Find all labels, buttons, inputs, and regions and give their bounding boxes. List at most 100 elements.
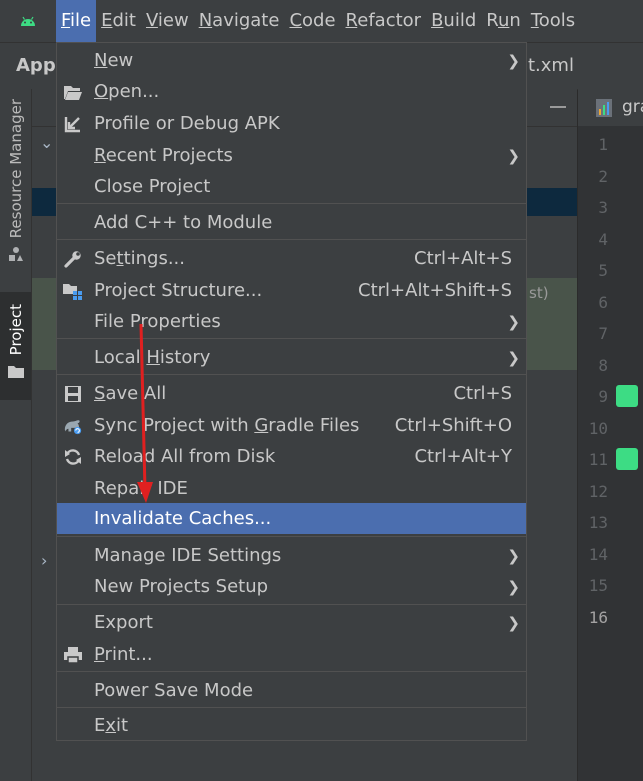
resource-manager-tab[interactable]: Resource Manager (0, 99, 31, 262)
menu-item-shortcut: Ctrl+Shift+O (394, 415, 512, 436)
menu-item-label: Manage IDE Settings (94, 545, 282, 566)
project-name-breadcrumb[interactable]: Appl (16, 43, 62, 89)
line-number: 6 (598, 293, 608, 312)
submenu-arrow-icon: ❯ (507, 613, 520, 632)
android-gutter-icon[interactable] (616, 385, 638, 407)
submenu-arrow-icon: ❯ (507, 546, 520, 565)
menu-separator (57, 536, 526, 537)
import-arrow-icon (63, 114, 83, 134)
resource-manager-label: Resource Manager (6, 99, 25, 239)
menu-separator (57, 707, 526, 708)
menu-item-label: Local History (94, 347, 211, 368)
android-gutter-icon[interactable] (616, 448, 638, 470)
menu-item-print[interactable]: Print... (57, 639, 526, 670)
printer-icon (63, 645, 83, 665)
left-tool-strip: Resource Manager Project (0, 89, 32, 781)
submenu-arrow-icon: ❯ (507, 51, 520, 70)
menu-view[interactable]: View (141, 0, 194, 42)
submenu-arrow-icon: ❯ (507, 146, 520, 165)
menu-item-export[interactable]: Export ❯ (57, 607, 526, 638)
menu-separator (57, 338, 526, 339)
line-number: 15 (588, 576, 608, 595)
gradle-file-icon (596, 99, 612, 117)
menu-item-invalidate-caches[interactable]: Invalidate Caches... (57, 503, 526, 534)
menu-item-label: Sync Project with Gradle Files (94, 415, 360, 436)
menu-item-label: Save All (94, 383, 167, 404)
project-tab-label: Project (6, 304, 25, 356)
main-menu-bar: File Edit View Navigate Code Refactor Bu… (0, 0, 643, 42)
menu-item-repair-ide[interactable]: Repair IDE (57, 473, 526, 504)
line-number: 2 (598, 167, 608, 186)
line-number: 1 (598, 135, 608, 154)
menu-tools[interactable]: Tools (526, 0, 580, 42)
wrench-icon (63, 249, 83, 269)
editor-area: gra 1 2 3 4 5 6 7 8 9 10 11 12 13 14 15 … (578, 89, 643, 781)
save-icon (63, 384, 83, 404)
line-number: 7 (598, 324, 608, 343)
menu-item-save-all[interactable]: Save All Ctrl+S (57, 378, 526, 409)
menu-item-open[interactable]: Open... (57, 76, 526, 107)
menu-item-new-projects-setup[interactable]: New Projects Setup ❯ (57, 571, 526, 602)
menu-separator (57, 374, 526, 375)
menu-file[interactable]: File (56, 0, 97, 42)
menu-item-power-save-mode[interactable]: Power Save Mode (57, 675, 526, 706)
line-number: 3 (598, 198, 608, 217)
menu-item-label: Exit (94, 715, 129, 736)
line-number: 12 (588, 482, 608, 501)
file-breadcrumb[interactable]: t.xml (528, 43, 574, 89)
menu-separator (57, 203, 526, 204)
line-number: 8 (598, 356, 608, 375)
line-number: 14 (588, 545, 608, 564)
menu-item-recent-projects[interactable]: Recent Projects ❯ (57, 140, 526, 171)
menu-item-exit[interactable]: Exit (57, 710, 526, 741)
line-number-gutter: 1 2 3 4 5 6 7 8 9 10 11 12 13 14 15 16 (578, 126, 643, 781)
menu-item-settings[interactable]: Settings... Ctrl+Alt+S (57, 243, 526, 274)
line-number: 5 (598, 261, 608, 280)
submenu-arrow-icon: ❯ (507, 348, 520, 367)
menu-item-label: Export (94, 612, 153, 633)
menu-item-label: Print... (94, 644, 153, 665)
menu-item-label: Settings... (94, 248, 185, 269)
menu-item-sync-gradle[interactable]: Sync Project with Gradle Files Ctrl+Shif… (57, 410, 526, 441)
menu-item-shortcut: Ctrl+Alt+S (414, 248, 512, 269)
menu-item-label: Project Structure... (94, 280, 263, 301)
menu-separator (57, 239, 526, 240)
menu-item-local-history[interactable]: Local History ❯ (57, 342, 526, 373)
menu-run[interactable]: Run (481, 0, 526, 42)
menu-edit[interactable]: Edit (96, 0, 141, 42)
menu-item-new[interactable]: New ❯ (57, 45, 526, 76)
menu-item-project-structure[interactable]: Project Structure... Ctrl+Alt+Shift+S (57, 275, 526, 306)
editor-tab-bar: gra (578, 89, 643, 127)
menu-item-label: Invalidate Caches... (94, 508, 272, 529)
menu-item-profile-debug-apk[interactable]: Profile or Debug APK (57, 108, 526, 139)
menu-build[interactable]: Build (426, 0, 481, 42)
submenu-arrow-icon: ❯ (507, 312, 520, 331)
line-number: 10 (588, 419, 608, 438)
project-structure-icon (63, 281, 83, 301)
menu-navigate[interactable]: Navigate (194, 0, 285, 42)
folder-icon (63, 82, 83, 102)
menu-refactor[interactable]: Refactor (341, 0, 427, 42)
editor-tab-label[interactable]: gra (622, 97, 643, 117)
menu-item-close-project[interactable]: Close Project (57, 171, 526, 202)
line-number: 13 (588, 513, 608, 532)
menu-item-label: New (94, 50, 134, 71)
menu-item-reload-from-disk[interactable]: Reload All from Disk Ctrl+Alt+Y (57, 441, 526, 472)
tree-row-suffix: st) (529, 284, 549, 302)
menu-item-file-properties[interactable]: File Properties ❯ (57, 306, 526, 337)
menu-item-add-cpp-to-module[interactable]: Add C++ to Module (57, 207, 526, 238)
line-number: 9 (598, 387, 608, 406)
project-tab[interactable]: Project (0, 292, 31, 400)
menu-item-label: Recent Projects (94, 145, 233, 166)
minimize-icon[interactable] (550, 106, 566, 108)
menu-item-label: Add C++ to Module (94, 212, 273, 233)
menu-item-shortcut: Ctrl+Alt+Shift+S (358, 280, 512, 301)
menu-item-label: Close Project (94, 176, 211, 197)
chevron-right-icon[interactable]: › (41, 551, 47, 570)
menu-item-manage-ide-settings[interactable]: Manage IDE Settings ❯ (57, 540, 526, 571)
resource-manager-icon (8, 247, 23, 262)
menu-item-label: Repair IDE (94, 478, 188, 499)
menu-item-shortcut: Ctrl+Alt+Y (414, 446, 512, 467)
chevron-down-icon[interactable]: ⌄ (40, 133, 53, 152)
menu-code[interactable]: Code (284, 0, 340, 42)
